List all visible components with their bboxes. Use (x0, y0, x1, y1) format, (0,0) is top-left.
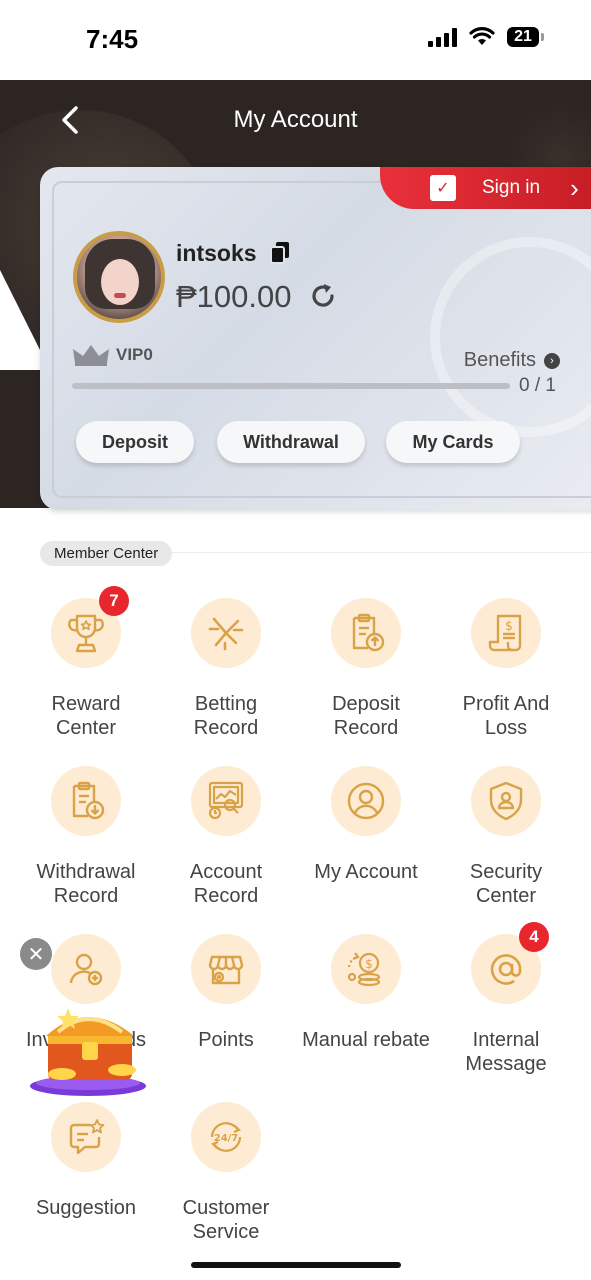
vip-progress-bar (72, 383, 510, 389)
rebate-coins-icon: $ (347, 952, 381, 987)
refresh-icon[interactable] (308, 281, 338, 311)
tile-my-account[interactable]: My Account (296, 766, 436, 884)
profit-loss-icon: $ (488, 614, 522, 652)
account-card: ✓ Sign in › intsoks ₱100.00 VIP0 Benefit… (40, 167, 591, 510)
benefits-label: Benefits (463, 349, 536, 371)
battery-icon: 21 (507, 27, 544, 47)
withdrawal-button[interactable]: Withdrawal (217, 421, 365, 463)
tile-suggestion[interactable]: Suggestion (16, 1102, 156, 1220)
tile-label: Customer Service (182, 1197, 270, 1243)
svg-text:24/7: 24/7 (214, 1133, 239, 1144)
withdrawal-record-icon (72, 781, 105, 820)
tile-label: Security Center (469, 861, 543, 907)
cellular-signal-icon (428, 27, 457, 47)
status-time: 7:45 (86, 24, 139, 54)
vip-label: VIP0 (116, 345, 153, 364)
tile-reward-center[interactable]: 7 Reward Center (16, 586, 156, 740)
invite-icon (69, 953, 103, 986)
tile-security-center[interactable]: Security Center (436, 766, 576, 908)
tile-label: Manual rebate (302, 1029, 430, 1051)
tile-customer-service[interactable]: 24/7 Customer Service (156, 1102, 296, 1244)
chevron-right-circle-icon: › (544, 352, 560, 369)
tile-label: Profit And Loss (462, 693, 550, 739)
crown-icon (73, 345, 109, 366)
treasure-chest-icon[interactable] (28, 998, 148, 1098)
balance-amount: ₱100.00 (176, 279, 292, 314)
username: intsoks (176, 240, 257, 266)
status-bar: 7:45 21 (0, 0, 591, 80)
tile-label: Reward Center (51, 693, 121, 739)
benefits-link[interactable]: Benefits › (464, 349, 560, 372)
account-record-icon (208, 781, 244, 820)
my-cards-button[interactable]: My Cards (386, 421, 520, 463)
notification-badge: 7 (99, 586, 129, 616)
vip-progress-text: 0 / 1 (519, 375, 556, 396)
tile-internal-message[interactable]: 4 Internal Message (436, 922, 576, 1076)
member-center-tag: Member Center (40, 541, 173, 566)
sign-in-button[interactable]: ✓ Sign in › (380, 167, 591, 209)
user-icon (347, 782, 385, 820)
tile-label: Internal Message (465, 1029, 547, 1075)
points-shop-icon (208, 955, 244, 985)
tile-label: Deposit Record (332, 693, 400, 739)
at-sign-icon (490, 954, 522, 985)
tile-label: Betting Record (193, 693, 259, 739)
avatar[interactable] (73, 231, 165, 323)
vip-level: VIP0 (72, 343, 153, 367)
chevron-right-icon: › (570, 172, 579, 203)
suggestion-icon (69, 1119, 105, 1155)
tile-label: Points (198, 1029, 254, 1051)
tile-label: Suggestion (35, 1197, 137, 1219)
tile-deposit-record[interactable]: Deposit Record (296, 598, 436, 740)
sign-in-label: Sign in (482, 177, 541, 198)
tile-label: My Account (314, 861, 418, 883)
trophy-icon (68, 614, 104, 653)
close-icon[interactable]: ✕ (20, 938, 52, 970)
betting-icon (208, 617, 244, 651)
page-title: My Account (233, 106, 358, 133)
tile-manual-rebate[interactable]: $ Manual rebate (296, 934, 436, 1052)
copy-icon[interactable] (269, 241, 291, 265)
status-icons: 21 (428, 27, 544, 47)
shield-icon (489, 781, 523, 821)
deposit-record-icon (352, 613, 385, 652)
tile-points[interactable]: Points (156, 934, 296, 1052)
checkbox-icon: ✓ (430, 175, 456, 201)
tile-betting-record[interactable]: Betting Record (156, 598, 296, 740)
notification-badge: 4 (519, 922, 549, 952)
svg-text:$: $ (505, 619, 513, 633)
deposit-button[interactable]: Deposit (76, 421, 194, 463)
home-indicator[interactable] (191, 1262, 401, 1268)
tile-label: Withdrawal Record (36, 861, 136, 907)
tile-label: Account Record (189, 861, 263, 907)
tile-profit-and-loss[interactable]: $ Profit And Loss (436, 598, 576, 740)
wifi-icon (469, 27, 495, 45)
tile-withdrawal-record[interactable]: Withdrawal Record (16, 766, 156, 908)
svg-text:$: $ (365, 957, 373, 971)
customer-service-24-7-icon: 24/7 (210, 1122, 242, 1152)
tile-account-record[interactable]: Account Record (156, 766, 296, 908)
